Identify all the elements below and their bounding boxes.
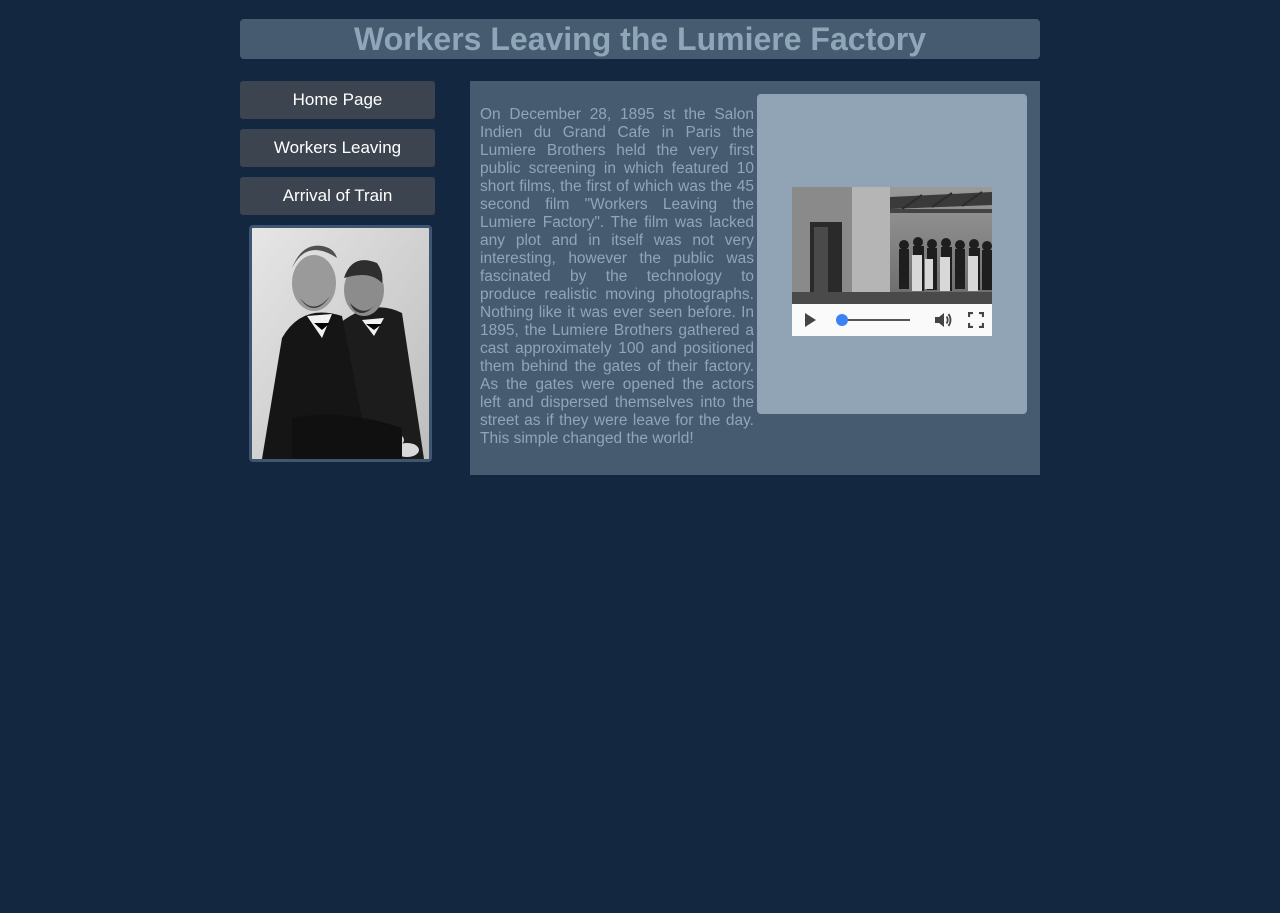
article-text: On December 28, 1895 st the Salon Indien… bbox=[480, 106, 754, 447]
video-float-spacer bbox=[754, 106, 1035, 418]
nav-workers-leaving-button[interactable]: Workers Leaving bbox=[240, 129, 435, 167]
page-title: Workers Leaving the Lumiere Factory bbox=[353, 21, 927, 57]
nav-arrival-of-train-button[interactable]: Arrival of Train bbox=[240, 177, 435, 215]
article-body: On December 28, 1895 st the Salon Indien… bbox=[480, 106, 1035, 448]
lumiere-brothers-portrait bbox=[249, 225, 432, 462]
nav-home-page-button[interactable]: Home Page bbox=[240, 81, 435, 119]
content-panel: On December 28, 1895 st the Salon Indien… bbox=[470, 81, 1040, 475]
portrait-image bbox=[252, 228, 429, 459]
page-header: Workers Leaving the Lumiere Factory bbox=[240, 19, 1040, 59]
